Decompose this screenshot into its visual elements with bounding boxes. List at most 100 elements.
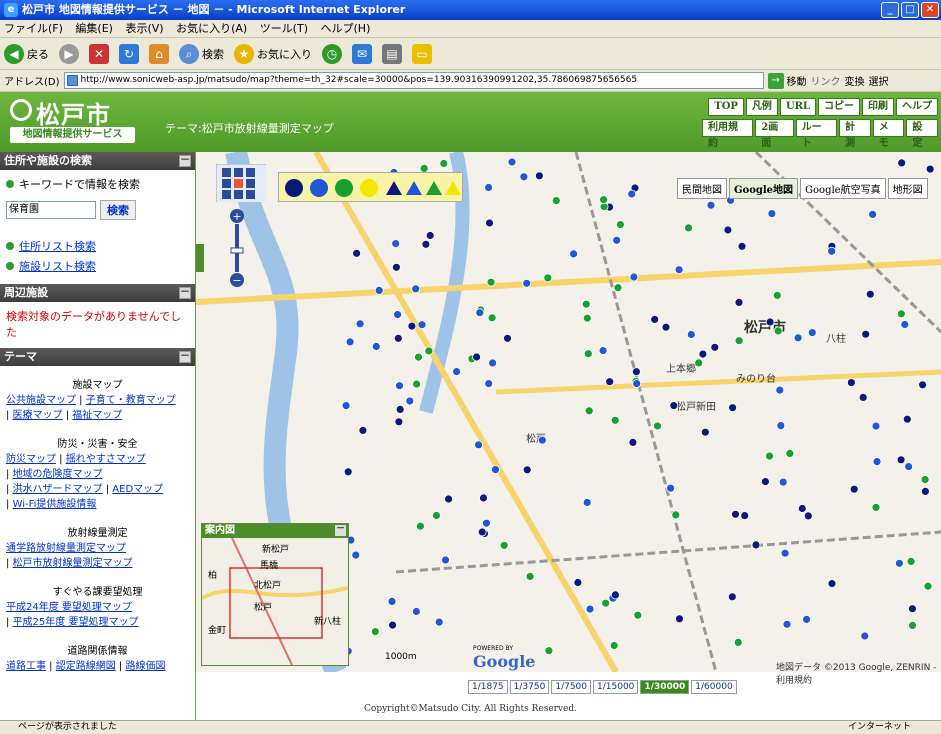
address-input[interactable]: http://www.sonicweb-asp.jp/matsudo/map?t…	[63, 72, 764, 89]
measurement-marker[interactable]	[581, 299, 591, 309]
measurement-marker[interactable]	[452, 367, 462, 377]
nav-route-button[interactable]: ルート	[795, 119, 838, 149]
measurement-marker[interactable]	[610, 590, 620, 600]
measurement-marker[interactable]	[925, 164, 935, 174]
menu-favorites[interactable]: お気に入り(A)	[176, 22, 247, 35]
pan-w-icon[interactable]	[222, 179, 231, 188]
pan-s-icon[interactable]	[234, 190, 243, 199]
nav-memo-button[interactable]: メモ	[872, 119, 905, 149]
measurement-marker[interactable]	[407, 321, 417, 331]
folder-button[interactable]: ▭	[412, 43, 432, 64]
map-type-google[interactable]: Google地図	[729, 178, 799, 199]
theme-link[interactable]: 通学路放射線量測定マップ	[6, 543, 126, 554]
collapse-icon[interactable]: －	[335, 525, 346, 536]
pan-control[interactable]	[216, 164, 266, 202]
measurement-marker[interactable]	[475, 308, 485, 318]
measurement-marker[interactable]	[727, 592, 737, 602]
measurement-marker[interactable]	[684, 223, 693, 233]
pan-ne-icon[interactable]	[246, 168, 255, 177]
collapse-icon[interactable]: －	[179, 287, 191, 299]
measurement-marker[interactable]	[767, 209, 777, 218]
measurement-marker[interactable]	[411, 284, 421, 294]
measurement-marker[interactable]	[444, 494, 454, 504]
nav-legend-button[interactable]: 凡例	[745, 98, 778, 116]
measurement-marker[interactable]	[807, 328, 817, 338]
measurement-marker[interactable]	[477, 527, 487, 537]
measurement-marker[interactable]	[439, 159, 449, 168]
measurement-marker[interactable]	[519, 172, 529, 182]
nav-split-button[interactable]: 2画面	[755, 119, 794, 149]
measurement-marker[interactable]	[522, 278, 532, 288]
measurement-marker[interactable]	[861, 329, 871, 339]
theme-link[interactable]: 揺れやすさマップ	[66, 454, 146, 465]
measurement-marker[interactable]	[921, 486, 930, 496]
measurement-marker[interactable]	[351, 550, 361, 560]
nav-print-button[interactable]: 印刷	[862, 98, 894, 116]
measurement-marker[interactable]	[484, 379, 494, 389]
measurement-marker[interactable]	[431, 511, 441, 520]
measurement-marker[interactable]	[582, 498, 592, 507]
measurement-marker[interactable]	[710, 342, 720, 352]
measurement-marker[interactable]	[650, 314, 660, 324]
scale-option[interactable]: 1/60000	[691, 680, 737, 694]
measurement-marker[interactable]	[434, 617, 444, 627]
nav-copy-button[interactable]: コピー	[818, 98, 860, 116]
measurement-marker[interactable]	[698, 349, 708, 359]
measurement-marker[interactable]	[906, 556, 916, 566]
measurement-marker[interactable]	[441, 555, 450, 565]
stop-button[interactable]: ✕	[89, 43, 109, 64]
measurement-marker[interactable]	[871, 502, 881, 512]
measurement-marker[interactable]	[479, 493, 488, 503]
address-list-link[interactable]: 住所リスト検索	[19, 240, 96, 253]
measurement-marker[interactable]	[391, 239, 401, 248]
measurement-marker[interactable]	[904, 462, 913, 472]
refresh-button[interactable]: ↻	[119, 43, 139, 64]
measurement-marker[interactable]	[474, 440, 484, 450]
nav-settings-button[interactable]: 設定	[906, 119, 938, 149]
measurement-marker[interactable]	[669, 401, 679, 411]
measurement-marker[interactable]	[569, 249, 579, 259]
measurement-marker[interactable]	[414, 352, 423, 362]
measurement-marker[interactable]	[686, 330, 696, 339]
measurement-marker[interactable]	[534, 171, 544, 181]
measurement-marker[interactable]	[803, 511, 813, 521]
measurement-marker[interactable]	[908, 620, 917, 630]
keyword-input[interactable]: 保育園	[6, 201, 96, 219]
measurement-marker[interactable]	[849, 484, 859, 494]
measurement-marker[interactable]	[573, 578, 583, 587]
measurement-marker[interactable]	[481, 518, 491, 528]
measurement-marker[interactable]	[612, 235, 622, 245]
menu-edit[interactable]: 編集(E)	[75, 22, 113, 35]
measurement-marker[interactable]	[731, 509, 740, 519]
measurement-marker[interactable]	[503, 333, 512, 343]
measurement-marker[interactable]	[827, 579, 837, 589]
menu-view[interactable]: 表示(V)	[125, 22, 163, 35]
measurement-marker[interactable]	[775, 385, 785, 395]
theme-link[interactable]: 道路工事	[6, 661, 46, 672]
measurement-marker[interactable]	[700, 427, 710, 437]
measurement-marker[interactable]	[343, 467, 353, 477]
measurement-marker[interactable]	[391, 262, 401, 272]
measurement-marker[interactable]	[896, 455, 906, 465]
measurement-marker[interactable]	[872, 457, 882, 467]
measurement-marker[interactable]	[653, 421, 662, 431]
scale-option[interactable]: 1/3750	[509, 680, 550, 694]
measurement-marker[interactable]	[728, 403, 737, 413]
measurement-marker[interactable]	[425, 231, 435, 240]
measurement-marker[interactable]	[507, 157, 517, 167]
measurement-marker[interactable]	[780, 548, 790, 558]
measurement-marker[interactable]	[694, 358, 704, 368]
measurement-marker[interactable]	[629, 272, 639, 282]
collapse-icon[interactable]: －	[179, 351, 191, 363]
measurement-marker[interactable]	[485, 218, 494, 228]
close-button[interactable]: ✕	[921, 2, 939, 18]
measurement-marker[interactable]	[609, 641, 619, 650]
measurement-marker[interactable]	[902, 414, 912, 424]
go-button[interactable]: → 移動	[767, 72, 807, 89]
measurement-marker[interactable]	[751, 540, 761, 550]
measurement-marker[interactable]	[551, 196, 561, 205]
measurement-marker[interactable]	[908, 604, 917, 614]
measurement-marker[interactable]	[371, 342, 381, 351]
measurement-marker[interactable]	[896, 309, 906, 319]
nav-help-button[interactable]: ヘルプ	[896, 98, 938, 116]
